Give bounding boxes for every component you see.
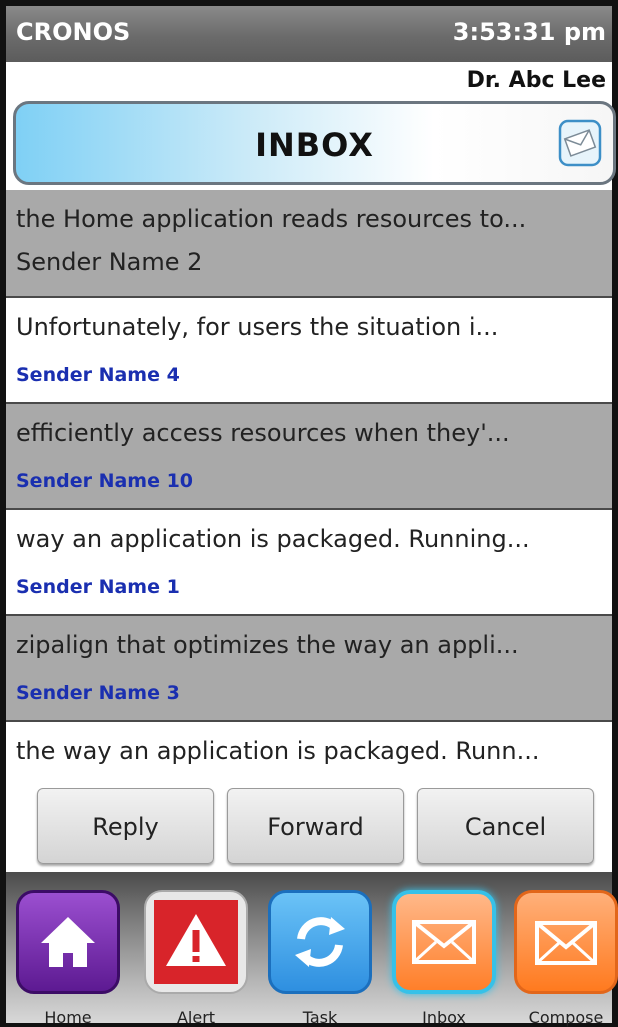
cancel-button[interactable]: Cancel (417, 788, 594, 864)
envelope-icon[interactable] (557, 118, 603, 168)
inbox-header: INBOX (13, 101, 616, 185)
message-sender: Sender Name 10 (16, 470, 194, 492)
alert-icon[interactable] (144, 890, 248, 994)
forward-button[interactable]: Forward (227, 788, 404, 864)
dock-label: Home (44, 1008, 92, 1027)
list-item[interactable]: the Home application reads resources to.… (6, 190, 612, 298)
dock-item-alert[interactable]: Alert (144, 890, 248, 1027)
list-item[interactable]: zipalign that optimizes the way an appli… (6, 616, 612, 722)
bottom-dock: Home Alert Task Inbox Compose (6, 872, 618, 1027)
message-sender: Sender Name 2 (16, 248, 203, 276)
list-item[interactable]: way an application is packaged. Running.… (6, 510, 612, 616)
message-list: the Home application reads resources to.… (6, 190, 612, 790)
envelope-icon[interactable] (392, 890, 496, 994)
dock-label: Compose (528, 1008, 604, 1027)
app-name: CRONOS (16, 18, 131, 46)
dock-item-inbox[interactable]: Inbox (392, 890, 496, 1027)
clock: 3:53:31 pm (452, 18, 606, 46)
message-subject: zipalign that optimizes the way an appli… (16, 631, 519, 659)
user-name: Dr. Abc Lee (466, 68, 606, 93)
reply-button[interactable]: Reply (37, 788, 214, 864)
user-line: Dr. Abc Lee (6, 62, 612, 100)
message-subject: efficiently access resources when they'.… (16, 419, 510, 447)
dock-item-task[interactable]: Task (268, 890, 372, 1027)
message-subject: way an application is packaged. Running.… (16, 525, 530, 553)
dock-label: Alert (176, 1008, 216, 1027)
list-item[interactable]: Unfortunately, for users the situation i… (6, 298, 612, 404)
message-sender: Sender Name 1 (16, 576, 180, 598)
page-title: INBOX (255, 126, 374, 164)
envelope-icon[interactable] (514, 890, 618, 994)
dock-item-home[interactable]: Home (16, 890, 120, 1027)
dock-label: Task (302, 1008, 338, 1027)
message-sender: Sender Name 3 (16, 682, 180, 704)
refresh-icon[interactable] (268, 890, 372, 994)
home-icon[interactable] (16, 890, 120, 994)
message-subject: Unfortunately, for users the situation i… (16, 313, 499, 341)
message-sender: Sender Name 4 (16, 364, 180, 386)
list-item[interactable]: the way an application is packaged. Runn… (6, 722, 612, 790)
status-bar: CRONOS 3:53:31 pm (6, 0, 612, 62)
dock-item-compose[interactable]: Compose (514, 890, 618, 1027)
action-bar: Reply Forward Cancel (6, 788, 612, 870)
message-subject: the Home application reads resources to.… (16, 205, 527, 233)
dock-label: Inbox (422, 1008, 466, 1027)
list-item[interactable]: efficiently access resources when they'.… (6, 404, 612, 510)
message-subject: the way an application is packaged. Runn… (16, 737, 540, 765)
